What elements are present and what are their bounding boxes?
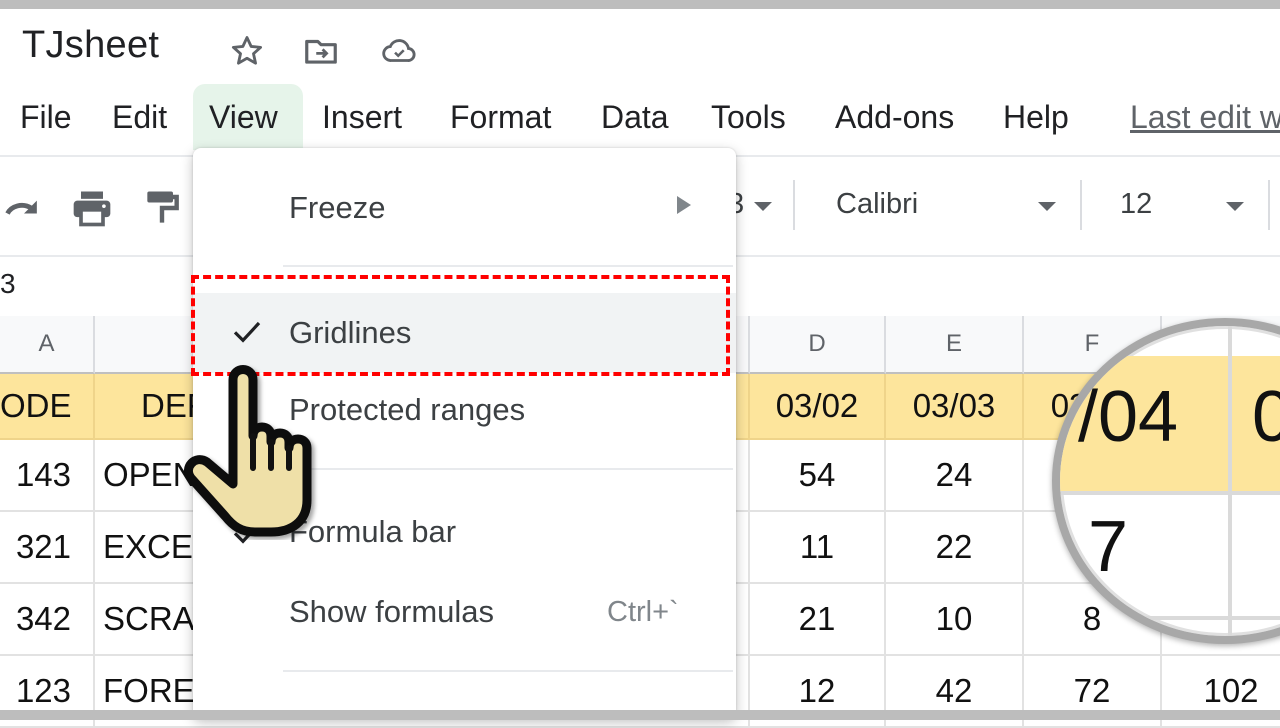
document-title[interactable]: TJsheet (22, 24, 159, 67)
font-size-select[interactable]: 12 (1120, 188, 1152, 221)
menu-item-show-formulas[interactable]: Show formulas Ctrl+` (193, 576, 736, 646)
hand-pointer-cursor-icon (175, 350, 335, 540)
cloud-saved-icon[interactable] (380, 32, 418, 70)
cell-d[interactable]: 54 (750, 440, 886, 512)
toolbar-divider (1080, 180, 1082, 230)
menu-help[interactable]: Help (989, 84, 1083, 150)
cell-header-e[interactable]: 03/03 (886, 374, 1024, 440)
cell-code[interactable]: 342 (0, 584, 95, 656)
cell-d[interactable]: 11 (750, 512, 886, 584)
cell-e[interactable]: 22 (886, 512, 1024, 584)
magnified-cell-text: 7 (1088, 507, 1129, 587)
menu-bar: File Edit View Insert Format Data Tools … (0, 84, 1280, 150)
menu-item-freeze[interactable]: Freeze (193, 172, 736, 242)
print-icon[interactable] (70, 186, 114, 230)
column-header-e[interactable]: E (886, 316, 1024, 374)
top-frame-border (0, 0, 1280, 9)
magnified-gridline (1060, 616, 1280, 620)
submenu-arrow-icon (677, 196, 691, 214)
menu-edit[interactable]: Edit (98, 84, 181, 150)
move-to-folder-icon[interactable] (302, 32, 340, 70)
cell-e[interactable]: 10 (886, 584, 1024, 656)
menu-item-label: Show formulas (289, 594, 495, 629)
cell-header-code[interactable]: ODE (0, 374, 95, 440)
menu-separator (283, 670, 733, 672)
menu-add-ons[interactable]: Add-ons (821, 84, 968, 150)
magnified-gridline (1228, 326, 1232, 636)
menu-tools[interactable]: Tools (697, 84, 800, 150)
menu-view[interactable]: View (193, 84, 303, 150)
shortcut-label: Ctrl+` (607, 596, 679, 628)
toolbar-divider (793, 180, 795, 230)
toolbar-divider (1268, 180, 1270, 230)
menu-file[interactable]: File (6, 84, 86, 150)
cell-reference[interactable]: 3 (0, 268, 16, 300)
chevron-down-icon[interactable] (754, 202, 772, 211)
redo-icon[interactable] (2, 186, 46, 230)
menu-item-label: Freeze (289, 190, 386, 225)
cell-d[interactable]: 21 (750, 584, 886, 656)
font-family-chevron-icon[interactable] (1038, 202, 1056, 211)
magnifier-lens: /04 0 7 (1052, 318, 1280, 644)
menu-separator (283, 468, 733, 470)
magnified-header-text: /04 (1078, 377, 1179, 457)
star-icon[interactable] (228, 32, 266, 70)
menu-separator (283, 265, 733, 267)
cell-code[interactable]: 143 (0, 440, 95, 512)
font-size-chevron-icon[interactable] (1226, 202, 1244, 211)
magnified-header-next: 0 (1252, 376, 1280, 458)
column-header-d[interactable]: D (750, 316, 886, 374)
magnified-gridline (1060, 491, 1280, 495)
paint-format-icon[interactable] (140, 186, 184, 230)
cell-header-d[interactable]: 03/02 (750, 374, 886, 440)
menu-format[interactable]: Format (436, 84, 565, 150)
font-family-select[interactable]: Calibri (836, 188, 918, 221)
cell-e[interactable]: 24 (886, 440, 1024, 512)
bottom-frame-border (0, 710, 1280, 720)
menu-data[interactable]: Data (587, 84, 683, 150)
column-header-a[interactable]: A (0, 316, 95, 374)
cell-code[interactable]: 321 (0, 512, 95, 584)
menu-insert[interactable]: Insert (308, 84, 416, 150)
last-edit-link[interactable]: Last edit w (1130, 84, 1280, 150)
